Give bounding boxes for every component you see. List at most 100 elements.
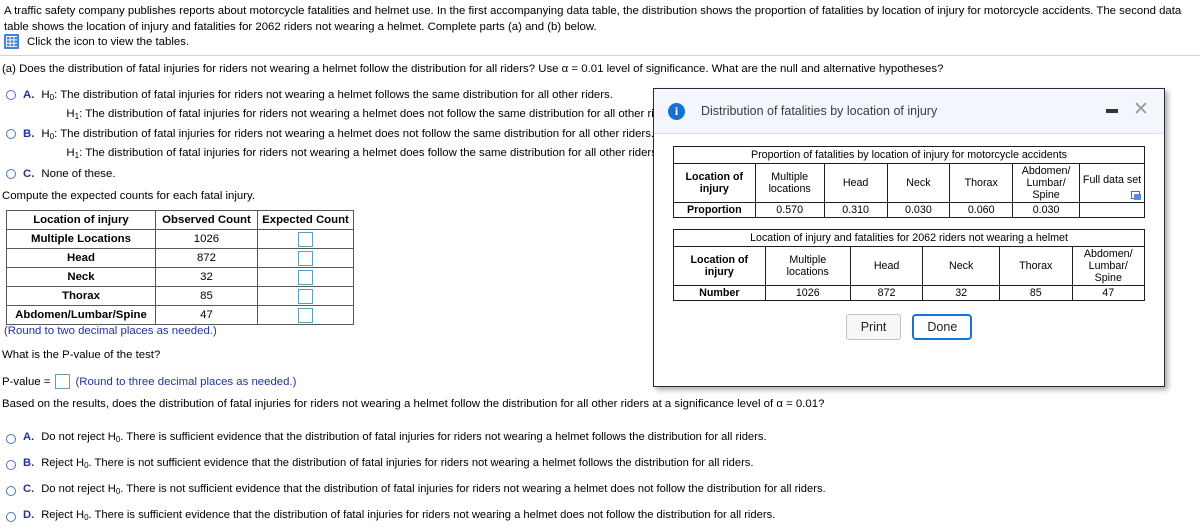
cell-expected[interactable] (257, 229, 354, 249)
choice-label: B. (23, 128, 35, 140)
row-label-proportion: Proportion (673, 202, 756, 218)
table-header-row: Location of injury Observed Count Expect… (6, 210, 354, 230)
cell-expected[interactable] (257, 305, 354, 325)
header-location: Location of injury (673, 163, 756, 203)
copy-icon[interactable] (1131, 191, 1141, 200)
part-a-choice-A[interactable]: A. H0: The distribution of fatal injurie… (6, 87, 679, 125)
radio-icon[interactable] (6, 129, 16, 139)
header-thorax: Thorax (999, 246, 1073, 286)
table-caption: Location of injury and fatalities for 20… (673, 229, 1145, 247)
proportion-table: Proportion of fatalities by location of … (673, 146, 1145, 218)
part-a-question: (a) Does the distribution of fatal injur… (2, 63, 944, 75)
header-location: Location of injury (673, 246, 766, 286)
expected-count-input[interactable] (298, 250, 313, 266)
cell-number-neck: 32 (922, 285, 1001, 301)
table-row: Proportion 0.570 0.310 0.030 0.060 0.030 (673, 202, 1145, 218)
cell-location: Neck (6, 267, 156, 287)
cell-location: Abdomen/Lumbar/Spine (6, 305, 156, 325)
choice-text: Reject H0. There is sufficient evidence … (41, 509, 776, 522)
cell-observed: 872 (154, 248, 259, 268)
table-header-row: Location of injury Multiple locations Head… (673, 246, 1145, 286)
expected-count-input[interactable] (298, 269, 313, 285)
header-neck: Neck (886, 163, 951, 203)
cell-number-thorax: 85 (999, 285, 1073, 301)
choice-label: D. (23, 509, 35, 521)
radio-icon[interactable] (6, 90, 16, 100)
cell-proportion-abdomen: 0.030 (1012, 202, 1081, 218)
radio-icon[interactable] (6, 486, 16, 496)
cell-expected[interactable] (257, 248, 354, 268)
pvalue-question: What is the P-value of the test? (2, 349, 161, 361)
header-abdomen-lumbar-spine: Abdomen/Lumbar/Spine (1012, 163, 1081, 203)
table-row: Number 1026 872 32 85 47 (673, 285, 1145, 301)
part-b-question: Based on the results, does the distribut… (2, 398, 825, 410)
table-grid-icon[interactable] (4, 34, 19, 49)
part-b-choice-C[interactable]: C. Do not reject H0. There is not suffic… (6, 483, 826, 496)
choice-label: A. (23, 89, 35, 101)
cell-location: Thorax (6, 286, 156, 306)
worksheet-page: A traffic safety company publishes repor… (0, 0, 1200, 531)
dialog-body: Proportion of fatalities by location of … (654, 134, 1164, 340)
table-header-row: Location of injury Multiple locations Head… (673, 163, 1145, 203)
header-multiple-locations: Multiple locations (754, 163, 825, 203)
table-row: Head 872 (6, 248, 354, 268)
table-caption-row: Proportion of fatalities by location of … (673, 146, 1145, 164)
part-b-choice-A[interactable]: A. Do not reject H0. There is sufficient… (6, 431, 767, 444)
header-neck: Neck (922, 246, 1001, 286)
choice-label: B. (23, 457, 35, 469)
cell-observed: 85 (154, 286, 259, 306)
cell-number-abdomen: 47 (1071, 285, 1145, 301)
part-b-choice-B[interactable]: B. Reject H0. There is not sufficient ev… (6, 457, 754, 470)
header-full-data-set[interactable]: Full data set (1079, 163, 1145, 203)
expected-count-input[interactable] (298, 307, 313, 323)
col-header-expected: Expected Count (257, 210, 354, 230)
cell-expected[interactable] (257, 267, 354, 287)
dialog-title: Distribution of fatalities by location o… (701, 104, 938, 118)
view-tables-link[interactable]: Click the icon to view the tables. (4, 34, 189, 49)
pvalue-label: P-value = (2, 375, 51, 388)
table-caption: Proportion of fatalities by location of … (673, 146, 1145, 164)
close-icon[interactable]: ✕ (1132, 100, 1150, 119)
part-a-choice-C[interactable]: C. None of these. (6, 166, 116, 182)
cell-proportion-neck: 0.030 (886, 202, 951, 218)
cell-observed: 47 (154, 305, 259, 325)
choice-text: H0: The distribution of fatal injuries f… (41, 128, 661, 160)
expected-counts-prompt: Compute the expected counts for each fat… (2, 190, 256, 202)
expected-count-input[interactable] (298, 231, 313, 247)
dialog-footer: Print Done (673, 314, 1145, 340)
header-head: Head (849, 246, 924, 286)
counts-table: Location of injury and fatalities for 20… (673, 229, 1145, 301)
minimize-icon[interactable] (1106, 109, 1118, 113)
table-caption-row: Location of injury and fatalities for 20… (673, 229, 1145, 247)
cell-expected[interactable] (257, 286, 354, 306)
choice-label: C. (23, 168, 35, 180)
cell-proportion-head: 0.310 (823, 202, 888, 218)
cell-empty (1079, 202, 1145, 218)
radio-icon[interactable] (6, 434, 16, 444)
radio-icon[interactable] (6, 169, 16, 179)
choice-label: C. (23, 483, 35, 495)
part-b-choice-D[interactable]: D. Reject H0. There is sufficient eviden… (6, 509, 775, 522)
part-a-choice-B[interactable]: B. H0: The distribution of fatal injurie… (6, 126, 660, 164)
dialog-header: i Distribution of fatalities by location… (654, 89, 1164, 134)
cell-observed: 32 (154, 267, 259, 287)
choice-text: H0: The distribution of fatal injuries f… (41, 89, 680, 121)
print-button[interactable]: Print (845, 314, 902, 340)
table-row: Multiple Locations 1026 (6, 229, 354, 249)
choice-text: Reject H0. There is not sufficient evide… (41, 457, 754, 470)
expected-count-input[interactable] (298, 288, 313, 304)
pvalue-input[interactable] (55, 374, 71, 389)
rounding-note: (Round to two decimal places as needed.) (4, 325, 217, 337)
radio-icon[interactable] (6, 460, 16, 470)
radio-icon[interactable] (6, 512, 16, 522)
expected-counts-table: Location of injury Observed Count Expect… (6, 210, 354, 325)
divider (0, 55, 1200, 56)
col-header-location: Location of injury (6, 210, 156, 230)
done-button[interactable]: Done (912, 314, 973, 340)
cell-number-head: 872 (849, 285, 924, 301)
cell-number-multiple: 1026 (764, 285, 851, 301)
problem-statement: A traffic safety company publishes repor… (4, 5, 1182, 33)
header-multiple-locations: Multiple locations (764, 246, 851, 286)
header-thorax: Thorax (949, 163, 1014, 203)
header-abdomen-lumbar-spine: Abdomen/Lumbar/Spine (1071, 246, 1145, 286)
